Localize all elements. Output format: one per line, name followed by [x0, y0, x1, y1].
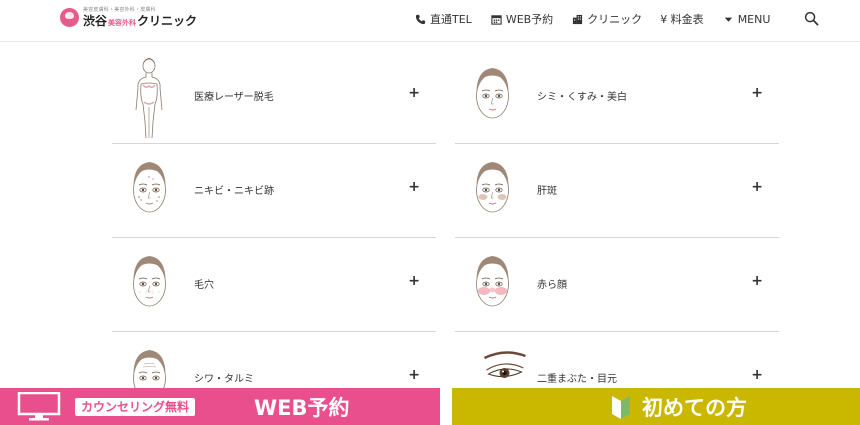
expand-plus-icon[interactable]: + — [751, 85, 763, 101]
nav-clinic-label: クリニック — [587, 13, 643, 26]
first-visit-cta[interactable]: 初めての方 — [452, 388, 860, 425]
phone-icon — [414, 13, 427, 26]
nav-menu-label: MENU — [737, 12, 771, 26]
logo-text: 美容皮膚科・美容外科・皮膚科 渋谷 美容外科 クリニック — [83, 7, 197, 28]
nav-menu[interactable]: MENU — [722, 12, 771, 26]
menu-card-label: シワ・タルミ — [194, 374, 254, 385]
expand-plus-icon[interactable]: + — [408, 85, 420, 101]
web-reservation-label: WEB予約 — [254, 396, 350, 420]
site-header: 美容皮膚科・美容外科・皮膚科 渋谷 美容外科 クリニック 直通TEL WEB予約 — [0, 0, 860, 42]
menu-card-redness[interactable]: 赤ら顔 + — [455, 240, 779, 332]
expand-plus-icon[interactable]: + — [751, 179, 763, 195]
menu-card-label: 医療レーザー脱毛 — [194, 92, 274, 103]
building-icon — [571, 13, 584, 26]
logo-mark-icon — [60, 8, 79, 27]
expand-plus-icon[interactable]: + — [408, 179, 420, 195]
expand-plus-icon[interactable]: + — [408, 273, 420, 289]
menu-card-melasma[interactable]: 肝斑 + — [455, 146, 779, 238]
logo-name-a: 渋谷 — [83, 14, 108, 28]
clinic-logo[interactable]: 美容皮膚科・美容外科・皮膚科 渋谷 美容外科 クリニック — [60, 8, 197, 27]
menu-card-spots-dullness-whitening[interactable]: シミ・くすみ・美白 + — [455, 52, 779, 144]
logo-name-pink: 美容外科 — [108, 19, 137, 27]
nav-price-label: ¥ 料金表 — [660, 13, 704, 26]
face-illustration — [476, 68, 509, 119]
menu-card-label: ニキビ・ニキビ跡 — [194, 186, 274, 197]
menu-card-label: 二重まぶた・目元 — [537, 374, 617, 385]
monitor-icon — [17, 392, 61, 421]
caret-down-icon — [722, 13, 735, 26]
calendar-icon — [490, 13, 503, 26]
expand-plus-icon[interactable]: + — [408, 367, 420, 383]
logo-name: 渋谷 美容外科 クリニック — [83, 15, 197, 27]
face-acne-illustration — [133, 162, 166, 213]
logo-name-b: クリニック — [137, 14, 198, 28]
menu-card-label: 毛穴 — [194, 280, 214, 291]
nav-web-reserve[interactable]: WEB予約 — [490, 11, 553, 27]
nav-price[interactable]: ¥ 料金表 — [660, 11, 704, 27]
first-visit-label: 初めての方 — [642, 396, 747, 420]
nav-clinic[interactable]: クリニック — [571, 11, 642, 27]
body-figure-illustration — [135, 58, 163, 139]
free-counseling-badge: カウンセリング無料 — [75, 398, 196, 416]
web-reservation-cta[interactable]: カウンセリング無料 WEB予約 — [0, 388, 440, 425]
menu-card-label: シミ・くすみ・美白 — [537, 92, 627, 103]
expand-plus-icon[interactable]: + — [751, 367, 763, 383]
beginner-leaf-icon — [612, 396, 630, 419]
menu-card-laser-hair-removal[interactable]: 医療レーザー脱毛 + — [112, 52, 436, 144]
menu-card-acne-acne-scars[interactable]: ニキビ・ニキビ跡 + — [112, 146, 436, 238]
header-nav: 直通TEL WEB予約 クリニック ¥ 料金表 MENU — [414, 11, 788, 27]
nav-web-reserve-label: WEB予約 — [505, 13, 554, 26]
nav-tel-label: 直通TEL — [430, 13, 472, 26]
expand-plus-icon[interactable]: + — [751, 273, 763, 289]
menu-card-label: 赤ら顔 — [537, 280, 567, 291]
search-icon[interactable] — [804, 11, 819, 26]
nav-tel[interactable]: 直通TEL — [414, 11, 472, 27]
menu-card-label: 肝斑 — [537, 186, 557, 197]
face-redness-illustration — [476, 256, 509, 307]
menu-card-pores[interactable]: 毛穴 + — [112, 240, 436, 332]
face-pores-illustration — [133, 256, 166, 307]
logo-subtitle: 美容皮膚科・美容外科・皮膚科 — [83, 7, 156, 13]
face-melasma-illustration — [476, 162, 509, 213]
